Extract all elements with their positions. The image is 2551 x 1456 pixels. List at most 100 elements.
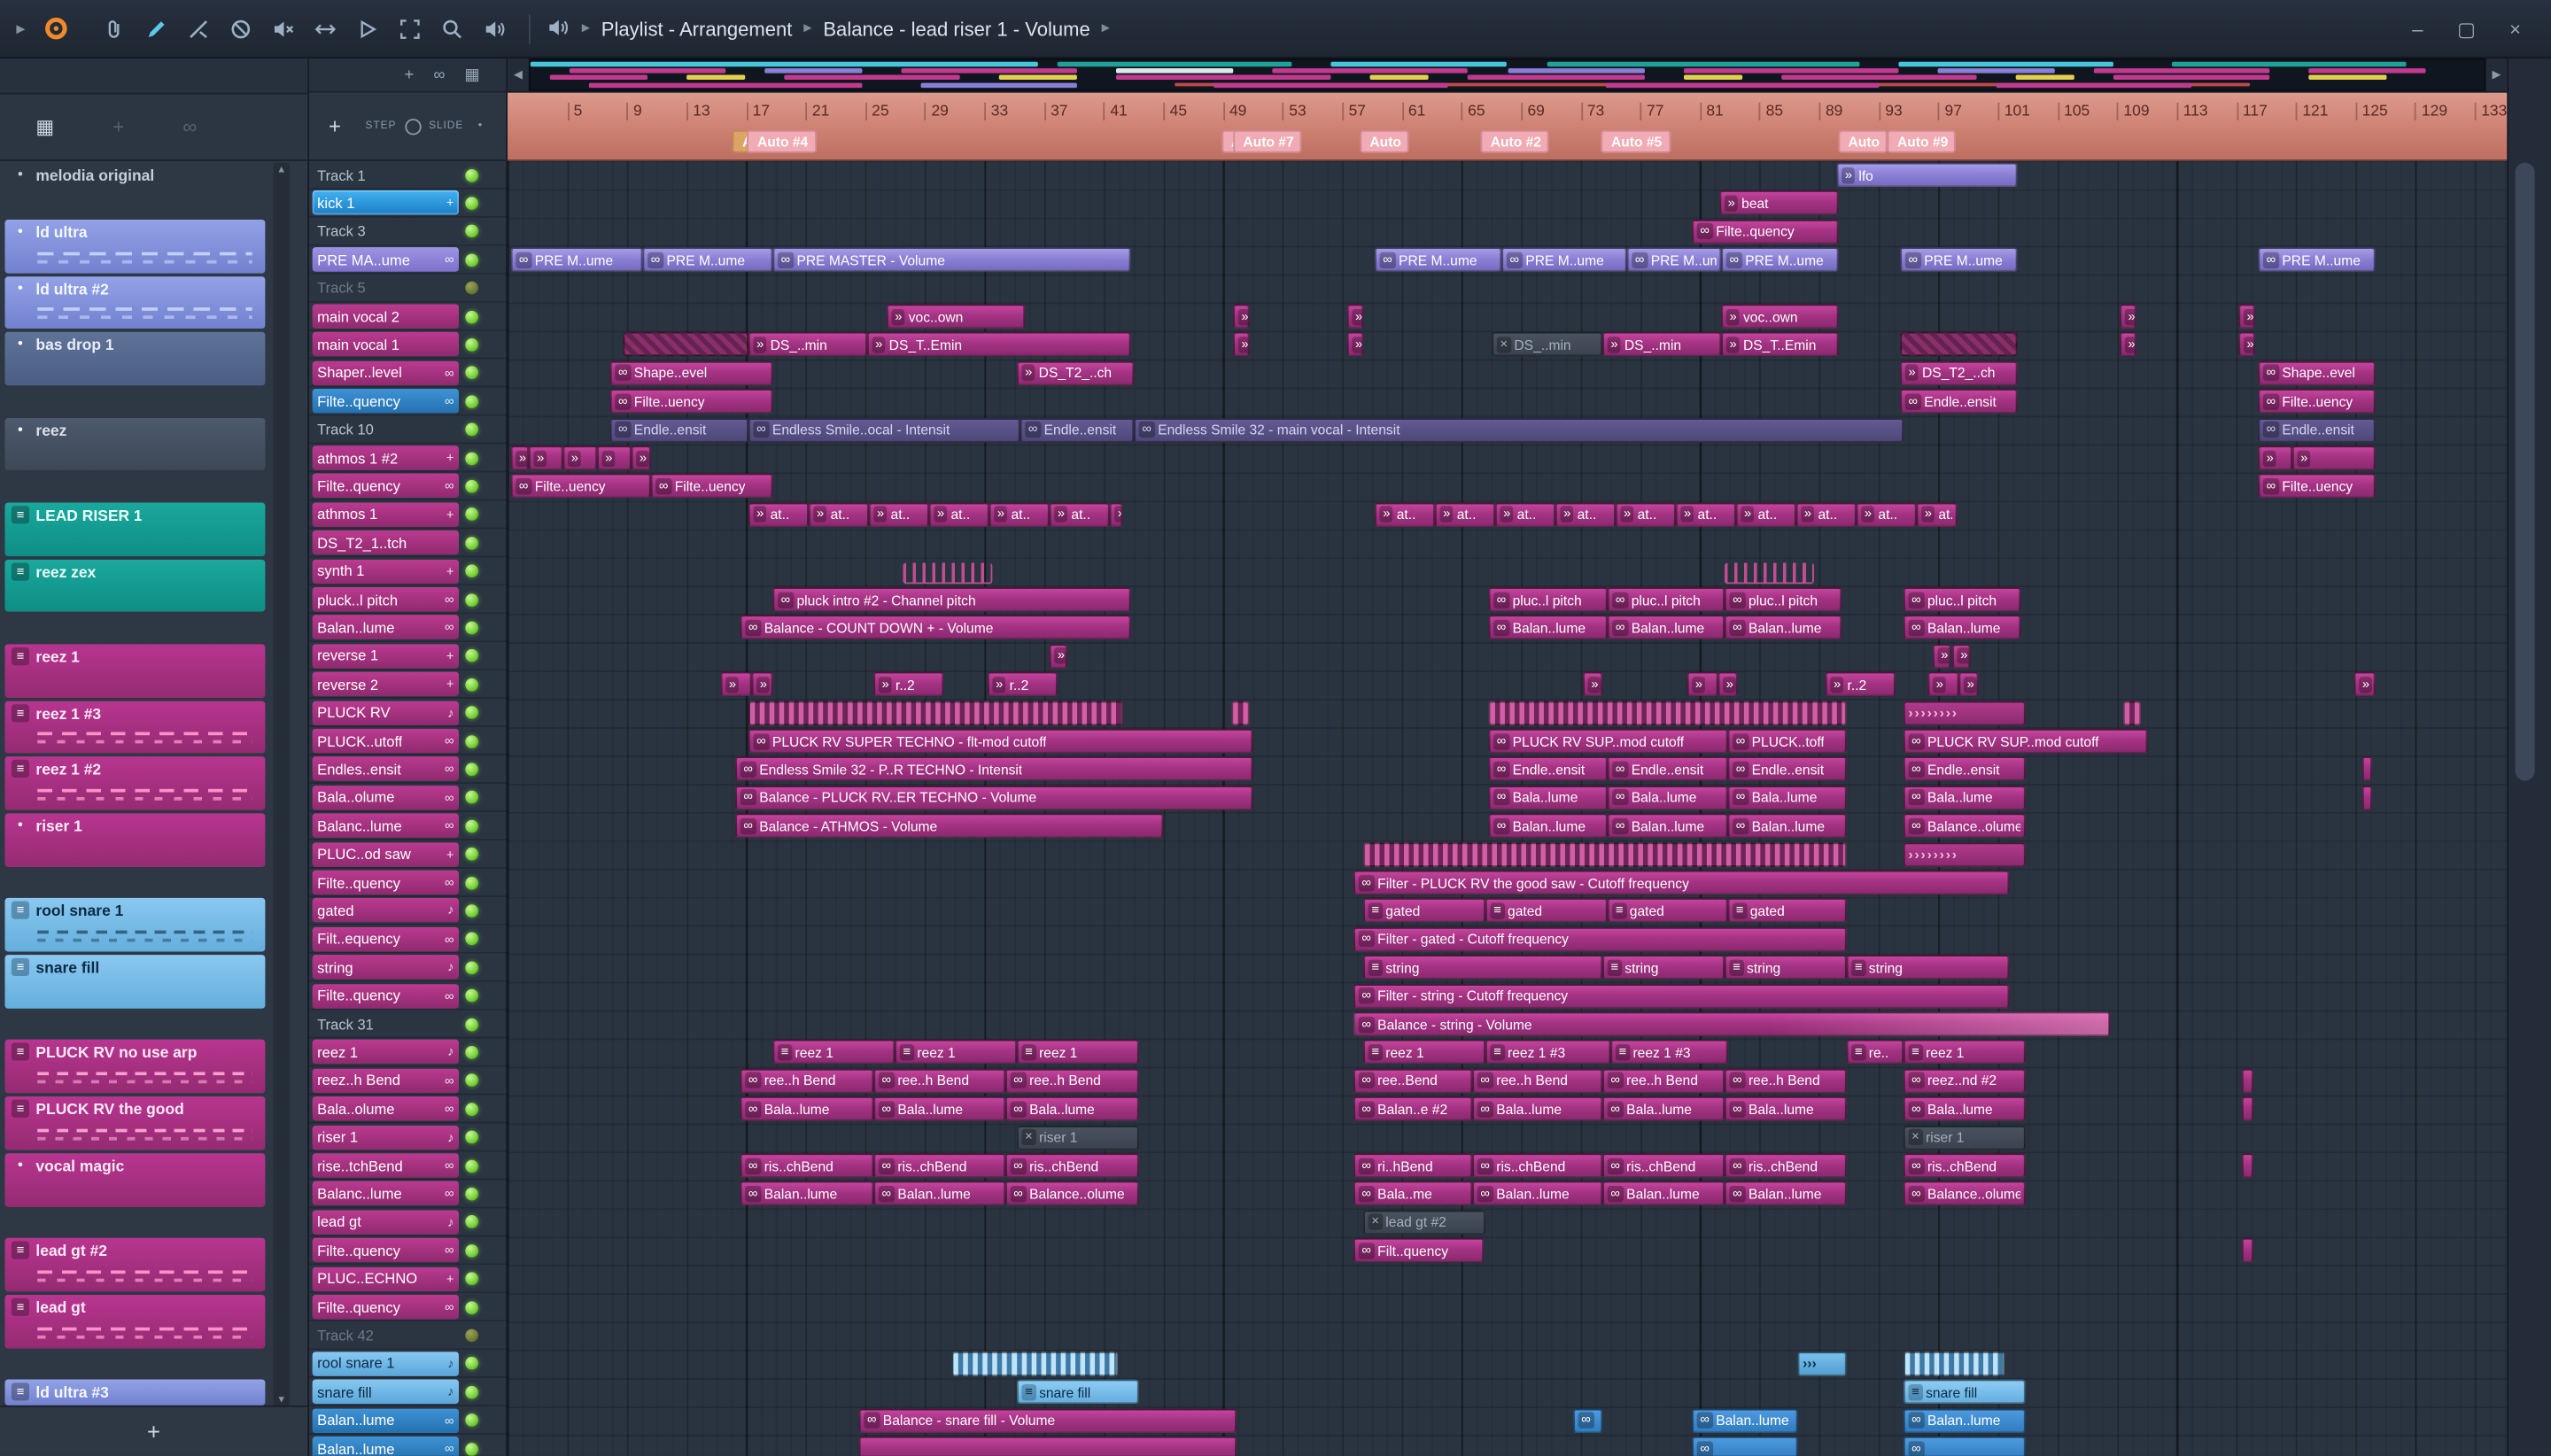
- picker-scrollbar[interactable]: ▲ ▼: [273, 162, 290, 1409]
- playlist-clip[interactable]: »: [1109, 502, 1123, 527]
- playlist-clip[interactable]: ∞ Endle..ensit: [2258, 417, 2376, 442]
- track-name-chip[interactable]: Balan..lume ∞: [312, 1436, 459, 1456]
- playlist-clip[interactable]: ∞ pluc..l pitch: [1903, 587, 2021, 612]
- playlist-clip[interactable]: ≡ reez 1: [895, 1040, 1017, 1065]
- playlist-clip[interactable]: ∞ Endless Smile..ocal - Intensit: [748, 417, 1020, 442]
- mute-led[interactable]: [465, 1102, 478, 1116]
- picker-item[interactable]: ≡ snare fill: [4, 955, 266, 1009]
- vertical-scrollbar[interactable]: [2507, 58, 2551, 1456]
- playlist-clip[interactable]: ∞ Filter - string - Cutoff frequency: [1353, 983, 2010, 1009]
- time-marker[interactable]: Auto: [1360, 129, 1410, 153]
- playlist-clip[interactable]: ∞ ris..chBend: [1602, 1153, 1725, 1178]
- track-row[interactable]: riser 1 ♪: [309, 1123, 508, 1151]
- playlist-clip[interactable]: »: [2291, 445, 2376, 470]
- playlist-clip[interactable]: »at..: [1795, 502, 1857, 527]
- mute-led[interactable]: [465, 197, 478, 210]
- picker-item[interactable]: ≡ ld ultra #3: [4, 1379, 266, 1406]
- options-dot-icon[interactable]: •: [478, 120, 483, 132]
- playlist-clip[interactable]: ∞ Shape..evel: [609, 360, 773, 385]
- mute-led[interactable]: [465, 422, 478, 437]
- playlist-clip[interactable]: »: [597, 445, 632, 470]
- mute-led[interactable]: [465, 281, 478, 295]
- track-row[interactable]: Balan..lume ∞: [309, 614, 508, 642]
- track-name-chip[interactable]: Balanc..lume ∞: [312, 813, 459, 839]
- playlist-clip[interactable]: ∞PRE M..ume: [642, 247, 773, 273]
- link-icon[interactable]: ∞: [182, 115, 197, 138]
- playlist-clip[interactable]: [1724, 561, 1814, 584]
- track-row[interactable]: Shaper..level ∞: [309, 360, 508, 388]
- playlist-clip[interactable]: ≡ reez 1 #3: [1485, 1040, 1611, 1065]
- picker-item[interactable]: • ld ultra #2: [4, 275, 266, 329]
- playlist-clip[interactable]: ∞ Filter - PLUCK RV the good saw - Cutoff…: [1353, 870, 2010, 895]
- playlist-clip[interactable]: ∞: [1573, 1407, 1603, 1433]
- track-name-chip[interactable]: Balan..lume ∞: [312, 616, 459, 640]
- track-row[interactable]: Filte..quency ∞: [309, 472, 508, 500]
- playlist-clip[interactable]: ∞ PLUCK RV SUPER TECHNO - flt-mod cutoff: [748, 728, 1253, 754]
- picker-item[interactable]: ≡ lead gt: [4, 1295, 266, 1349]
- mute-led[interactable]: [465, 678, 478, 692]
- play-next-icon[interactable]: [351, 12, 385, 46]
- mute-led[interactable]: [465, 1385, 478, 1399]
- playlist-clip[interactable]: × DS_..min: [1492, 332, 1603, 357]
- playlist-clip[interactable]: ∞ Balan..lume: [1724, 616, 1842, 640]
- mute-led[interactable]: [465, 1187, 478, 1201]
- mute-led[interactable]: [465, 791, 478, 804]
- playlist-clip[interactable]: [951, 1351, 1118, 1376]
- track-row[interactable]: PLUC..ECHNO +: [309, 1265, 508, 1293]
- playlist-clip[interactable]: ∞ Balan..lume: [1488, 616, 1608, 640]
- playlist-clip[interactable]: ∞ Balan..lume: [1607, 813, 1728, 839]
- playlist-clip[interactable]: ≡ string: [1602, 955, 1725, 980]
- track-row[interactable]: string ♪: [309, 954, 508, 982]
- playlist-clip[interactable]: ∞ Endle..ensit: [1488, 756, 1608, 782]
- playlist-clip[interactable]: ∞ Filt..quency: [1353, 1238, 1485, 1263]
- track-name-chip[interactable]: PLUC..od saw +: [312, 841, 459, 867]
- mute-led[interactable]: [465, 734, 478, 747]
- track-name-chip[interactable]: Bala..olume ∞: [312, 785, 459, 810]
- arrows-icon[interactable]: [308, 12, 343, 46]
- playlist-clip[interactable]: ≡ gated: [1607, 898, 1728, 924]
- playlist-clip[interactable]: [748, 700, 1123, 725]
- playlist-clip[interactable]: ∞ Filte..uency: [2258, 389, 2376, 414]
- playlist-clip[interactable]: »: [1049, 643, 1067, 669]
- mute-led[interactable]: [465, 536, 478, 550]
- playlist-clip[interactable]: ∞ ree..h Bend: [1724, 1068, 1847, 1093]
- mute-led[interactable]: [465, 252, 478, 267]
- mute-led[interactable]: [465, 479, 478, 493]
- mute-led[interactable]: [465, 706, 478, 720]
- playlist-clip[interactable]: ≡ re..: [1846, 1040, 1904, 1065]
- playlist-clip[interactable]: »at..: [748, 502, 809, 527]
- playlist-clip[interactable]: [858, 1436, 1237, 1456]
- playlist-clip[interactable]: ∞ Balan..lume: [1692, 1407, 1798, 1433]
- playlist-clip[interactable]: ∞ Filte..quency: [1692, 219, 1839, 244]
- playlist-clip[interactable]: ∞ Balance - COUNT DOWN + - Volume: [740, 616, 1131, 640]
- playlist-clip[interactable]: ∞ ris..chBend: [740, 1153, 874, 1178]
- picker-item[interactable]: ≡ reez 1 #3: [4, 700, 266, 755]
- playlist-clip[interactable]: » DS_T2_..ch: [1900, 360, 2018, 385]
- playlist-clip[interactable]: ≡ string: [1363, 955, 1603, 980]
- playlist-clip[interactable]: »: [2258, 445, 2292, 470]
- playlist-clip[interactable]: ∞PRE M..ume: [1375, 247, 1502, 273]
- playlist-clip[interactable]: ∞ ree..h Bend: [1472, 1068, 1603, 1093]
- track-row[interactable]: athmos 1 +: [309, 500, 508, 529]
- slice-icon[interactable]: [182, 12, 216, 46]
- mute-led[interactable]: [465, 876, 478, 889]
- playlist-clip[interactable]: ∞ Bala..lume: [1607, 785, 1728, 810]
- track-name-chip[interactable]: lead gt ♪: [312, 1210, 459, 1235]
- picker-item[interactable]: ≡ reez zex: [4, 559, 266, 613]
- playlist-clip[interactable]: [2122, 700, 2142, 725]
- picker-item[interactable]: • bas drop 1: [4, 332, 266, 386]
- track-name-chip[interactable]: Track 5: [313, 275, 459, 300]
- mute-led[interactable]: [465, 1073, 478, 1088]
- playlist-clip[interactable]: [2242, 1153, 2253, 1178]
- pencil-icon[interactable]: [139, 12, 174, 46]
- playlist-clip[interactable]: ∞ ris..chBend: [1724, 1153, 1847, 1178]
- playlist-clip[interactable]: ∞ Filte..uency: [510, 474, 651, 499]
- playlist-clip[interactable]: ≡ string: [1846, 955, 2010, 980]
- time-marker[interactable]: Auto #2: [1480, 129, 1550, 153]
- picker-item[interactable]: • melodia original: [5, 163, 266, 188]
- track-row[interactable]: athmos 1 #2 +: [309, 444, 508, 472]
- track-row[interactable]: Bala..olume ∞: [309, 1095, 508, 1123]
- playlist-clip[interactable]: × riser 1: [1903, 1125, 2026, 1150]
- playlist-clip[interactable]: »at..: [1555, 502, 1616, 527]
- playlist-clip[interactable]: »at..: [1916, 502, 1958, 527]
